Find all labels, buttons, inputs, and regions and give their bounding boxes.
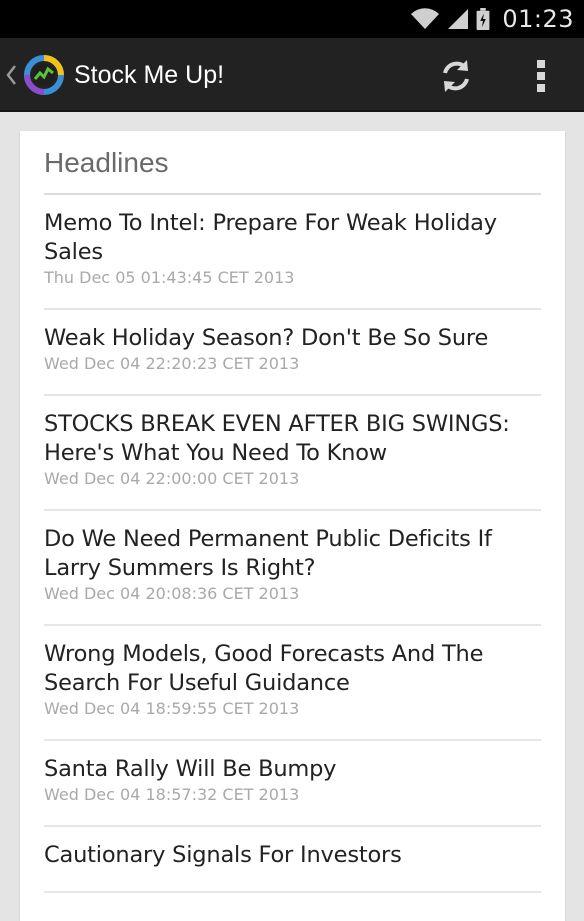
status-time: 01:23 — [502, 5, 574, 33]
headline-date: Wed Dec 04 22:20:23 CET 2013 — [44, 354, 300, 373]
headline-date: Wed Dec 04 22:00:00 CET 2013 — [44, 469, 300, 488]
headline-title: Weak Holiday Season? Don't Be So Sure — [44, 325, 489, 351]
headline-item[interactable]: Do We Need Permanent Public Deficits If … — [44, 511, 541, 626]
up-caret-icon[interactable] — [4, 63, 18, 87]
overflow-menu-button[interactable] — [526, 55, 556, 97]
app-title: Stock Me Up! — [74, 61, 225, 89]
headline-date: Thu Dec 05 01:43:45 CET 2013 — [44, 268, 295, 287]
headline-title: Cautionary Signals For Investors — [44, 842, 402, 868]
wifi-icon — [411, 8, 440, 29]
headline-item[interactable]: STOCKS BREAK EVEN AFTER BIG SWINGS: Here… — [44, 396, 541, 511]
signal-icon — [448, 9, 469, 29]
action-bar: Stock Me Up! — [0, 38, 584, 112]
headline-date: Wed Dec 04 20:08:36 CET 2013 — [44, 584, 300, 603]
headlines-card: Headlines Memo To Intel: Prepare For Wea… — [20, 131, 565, 921]
refresh-icon — [443, 60, 469, 92]
refresh-button[interactable] — [434, 55, 478, 97]
battery-icon — [476, 8, 490, 30]
headline-item[interactable]: Weak Holiday Season? Don't Be So Sure We… — [44, 310, 541, 396]
app-logo-icon[interactable] — [22, 53, 66, 97]
headline-title: Wrong Models, Good Forecasts And The Sea… — [44, 641, 484, 696]
headline-item[interactable]: Cautionary Signals For Investors — [44, 827, 541, 893]
headline-title: Santa Rally Will Be Bumpy — [44, 756, 337, 782]
overflow-menu-icon — [537, 60, 545, 92]
card-title: Headlines — [44, 147, 169, 178]
headline-title: Memo To Intel: Prepare For Weak Holiday … — [44, 210, 497, 265]
headline-title: STOCKS BREAK EVEN AFTER BIG SWINGS: Here… — [44, 411, 510, 466]
headline-date: Wed Dec 04 18:59:55 CET 2013 — [44, 699, 300, 718]
headline-item[interactable]: Santa Rally Will Be Bumpy Wed Dec 04 18:… — [44, 741, 541, 827]
headline-title: Do We Need Permanent Public Deficits If … — [44, 526, 492, 581]
headline-list: Memo To Intel: Prepare For Weak Holiday … — [44, 195, 541, 893]
headline-item[interactable]: Wrong Models, Good Forecasts And The Sea… — [44, 626, 541, 741]
headline-item[interactable]: Memo To Intel: Prepare For Weak Holiday … — [44, 195, 541, 310]
headline-date: Wed Dec 04 18:57:32 CET 2013 — [44, 785, 300, 804]
status-bar: 01:23 — [0, 0, 584, 38]
